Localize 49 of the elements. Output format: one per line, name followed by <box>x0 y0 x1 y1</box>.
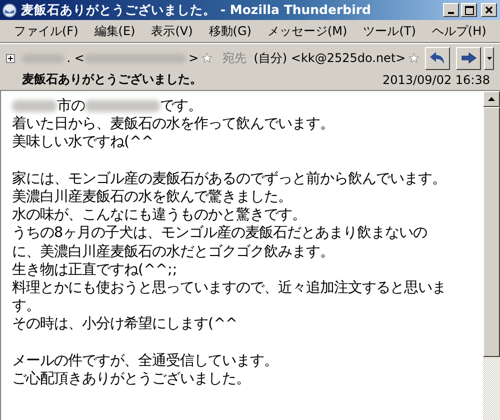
message-line: うちの8ヶ月の子犬は、モンゴル産の麦飯石だとあまり飲まないの <box>12 224 428 242</box>
message-subject: 麦飯石ありがとうございました。 <box>22 71 202 88</box>
reply-button[interactable] <box>424 46 450 70</box>
expand-toggle[interactable] <box>6 54 15 62</box>
star-icon[interactable] <box>408 52 419 64</box>
menu-item[interactable]: 移動(G) <box>200 22 260 40</box>
message-text: 市の <box>57 97 85 116</box>
menu-item[interactable]: ヘルプ(H) <box>424 22 494 40</box>
message-line: その時は、小分け希望にします(^^ <box>12 315 239 334</box>
forward-button[interactable] <box>456 46 482 70</box>
message-line: に、美濃白川産麦飯石の水だとゴクゴク飲みます。 <box>12 242 335 261</box>
message-line: 水の味が、こんなにも違うものかと驚きです。 <box>12 206 307 224</box>
up-arrow-icon <box>488 97 495 101</box>
window-title: 麦飯石ありがとうございました。 - Mozilla Thunderbird <box>21 2 372 18</box>
menu-item[interactable]: メッセージ(M) <box>259 22 356 40</box>
address-text: (自分) <kk@2525do.net> <box>254 50 406 66</box>
minimize-button[interactable] <box>443 3 459 17</box>
star-icon[interactable] <box>202 52 212 64</box>
redacted-text <box>22 54 64 62</box>
message-line: 美味しい水ですね(^^ <box>12 133 155 152</box>
message-line: ご心配頂きありがとうございました。 <box>12 370 251 388</box>
address-text: > <box>188 51 199 65</box>
message-line: 料理とかにも使おうと思っていますので、近々追加注文すると思いま <box>12 278 447 298</box>
message-line: 美濃白川産麦飯石の水を飲んで驚きました。 <box>12 188 293 206</box>
redacted-text <box>12 100 57 112</box>
to-label: 宛先 <box>222 50 247 66</box>
message-line: す。 <box>12 297 41 316</box>
menu-item[interactable]: ファイル(F) <box>6 22 86 40</box>
menu-item[interactable]: 表示(V) <box>143 22 201 40</box>
menu-item[interactable]: 編集(E) <box>86 22 144 40</box>
scroll-up-button[interactable] <box>483 91 500 107</box>
dropdown-button[interactable] <box>484 46 494 70</box>
message-date: 2013/09/02 16:38 <box>382 72 491 86</box>
menu-item[interactable]: ツール(T) <box>355 22 424 40</box>
app-icon <box>2 2 17 18</box>
maximize-icon <box>464 6 474 14</box>
close-icon <box>485 6 493 14</box>
address-text: . < <box>66 51 84 65</box>
caret-icon <box>486 56 492 60</box>
scrollbar-thumb[interactable] <box>483 107 500 357</box>
maximize-button[interactable] <box>461 3 477 17</box>
message-line: 家には、モンゴル産の麦飯石があるのでずっと前から飲んでいます。 <box>12 170 447 188</box>
message-line: 生き物は正直ですね(^^;; <box>12 260 178 279</box>
right-arrow-icon <box>460 52 477 64</box>
reply-arrow-icon <box>429 51 446 65</box>
message-text: です。 <box>160 97 202 116</box>
close-button[interactable] <box>481 3 497 17</box>
message-line: 着いた日から、麦飯石の水を作って飲んでいます。 <box>12 115 335 134</box>
message-line: メールの件ですが、全通受信しています。 <box>12 352 279 370</box>
